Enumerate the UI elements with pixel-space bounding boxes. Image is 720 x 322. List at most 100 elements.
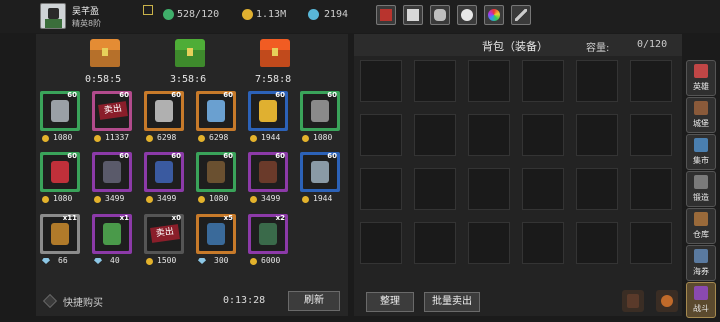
bag-slot[interactable]	[360, 222, 402, 264]
shop-slot-axe-blue[interactable]: 60	[196, 91, 236, 131]
shop-slot-red-helmet[interactable]: 60	[40, 152, 80, 192]
settings-button[interactable]	[457, 5, 477, 25]
nav-4[interactable]: 仓库	[686, 208, 716, 244]
energy-value: 528/120	[177, 9, 220, 20]
bag-slot[interactable]	[522, 60, 564, 102]
nav-5[interactable]: 海券	[686, 245, 716, 281]
bag-title: 背包（装备）	[482, 40, 548, 53]
shop-slot-chest-armor[interactable]: 60	[92, 152, 132, 192]
gold-coin-icon	[42, 196, 49, 203]
quick-buy-checkbox-icon[interactable]	[42, 293, 58, 309]
bag-slot[interactable]	[414, 114, 456, 156]
shop-slot-sold-item-1[interactable]: 卖出 60	[92, 91, 132, 131]
gear-icon	[461, 9, 473, 21]
shop-slot-treasure-chest[interactable]: x2	[248, 214, 288, 254]
bulk-sell-button[interactable]: 批量卖出	[424, 292, 480, 312]
quick-buy-label[interactable]: 快捷购买	[63, 294, 103, 309]
bag-slot[interactable]	[468, 114, 510, 156]
blue-book-icon	[207, 223, 225, 245]
bag-slot[interactable]	[468, 168, 510, 210]
bag-slot[interactable]	[468, 222, 510, 264]
staff-icon	[51, 100, 69, 122]
gold-coin-icon	[42, 135, 49, 142]
item-price: 6298	[209, 133, 229, 142]
nav-icon	[694, 212, 708, 226]
nav-icon	[694, 175, 708, 189]
nav-label: 城堡	[693, 119, 709, 128]
red-helmet-icon	[51, 161, 69, 183]
shop-slot-golden-sword[interactable]: 60	[248, 91, 288, 131]
nav-label: 英雄	[693, 82, 709, 91]
refresh-button[interactable]: 刷新	[288, 291, 340, 311]
shop-slot-dagger[interactable]: 60	[144, 91, 184, 131]
bag-slot[interactable]	[630, 168, 672, 210]
armor-filter-button[interactable]	[622, 290, 644, 312]
gold-coin-icon	[302, 196, 309, 203]
shop-slot-red-book[interactable]: x11	[40, 214, 80, 254]
shop-slot-war-axe[interactable]: 60	[300, 91, 340, 131]
bag-slot[interactable]	[522, 222, 564, 264]
bag-slot[interactable]	[414, 60, 456, 102]
gamepad-button[interactable]	[430, 5, 450, 25]
color-wheel-button[interactable]	[484, 5, 504, 25]
bag-slot[interactable]	[576, 222, 618, 264]
item-level: 60	[327, 91, 337, 99]
item-level: 60	[275, 91, 285, 99]
bag-slot[interactable]	[360, 114, 402, 156]
edit-icon[interactable]	[143, 5, 153, 15]
shop-slot-boots[interactable]: 60	[248, 152, 288, 192]
shop-slot-green-scroll[interactable]: x1	[92, 214, 132, 254]
chest-armor-icon	[103, 161, 121, 183]
bag-slot[interactable]	[522, 114, 564, 156]
chest-3[interactable]	[260, 39, 290, 67]
item-price: 6298	[157, 133, 177, 142]
item-price: 1080	[313, 133, 333, 142]
shop-slot-blue-book[interactable]: x5	[196, 214, 236, 254]
nav-label: 锻造	[693, 193, 709, 202]
mail-button[interactable]	[403, 5, 423, 25]
bag-slot[interactable]	[522, 168, 564, 210]
bag-slot[interactable]	[360, 168, 402, 210]
avatar-face	[48, 8, 59, 19]
nav-2[interactable]: 集市	[686, 134, 716, 170]
shop-slot-gloves[interactable]: 60	[144, 152, 184, 192]
shop-slot-sold-item-2[interactable]: 卖出 x0	[144, 214, 184, 254]
nav-1[interactable]: 城堡	[686, 97, 716, 133]
bag-slot[interactable]	[414, 168, 456, 210]
chest-timer-1: 0:58:5	[85, 74, 122, 85]
bag-slot[interactable]	[576, 168, 618, 210]
item-level: 60	[67, 152, 77, 160]
shop-slot-amulet[interactable]: 60	[300, 152, 340, 192]
bag-slot[interactable]	[630, 222, 672, 264]
chest-2[interactable]	[175, 39, 205, 67]
sword-button[interactable]	[511, 5, 531, 25]
item-level: 60	[275, 152, 285, 160]
energy-icon	[163, 9, 174, 20]
chest-1[interactable]	[90, 39, 120, 67]
nav-icon	[694, 138, 708, 152]
bag-slot[interactable]	[576, 114, 618, 156]
item-price: 1500	[157, 256, 177, 265]
nav-0[interactable]: 英雄	[686, 60, 716, 96]
shop-slot-staff[interactable]: 60	[40, 91, 80, 131]
shop-slot-pants[interactable]: 60	[196, 152, 236, 192]
nav-3[interactable]: 锻造	[686, 171, 716, 207]
bag-slot[interactable]	[414, 222, 456, 264]
shop-bag-icon	[380, 9, 392, 21]
shop-bag-button[interactable]	[376, 5, 396, 25]
pouch-filter-button[interactable]	[656, 290, 678, 312]
gold-coin-icon	[198, 135, 205, 142]
bag-slot[interactable]	[630, 114, 672, 156]
avatar[interactable]	[40, 3, 66, 29]
nav-6[interactable]: 战斗	[686, 282, 716, 318]
gold-coin-icon	[250, 196, 257, 203]
bag-slot[interactable]	[576, 60, 618, 102]
golden-sword-icon	[259, 100, 277, 122]
sword-icon	[515, 9, 527, 21]
sort-button[interactable]: 整理	[366, 292, 414, 312]
bag-slot[interactable]	[630, 60, 672, 102]
bag-slot[interactable]	[360, 60, 402, 102]
item-level: 60	[171, 152, 181, 160]
gold-coin-icon	[94, 196, 101, 203]
bag-slot[interactable]	[468, 60, 510, 102]
